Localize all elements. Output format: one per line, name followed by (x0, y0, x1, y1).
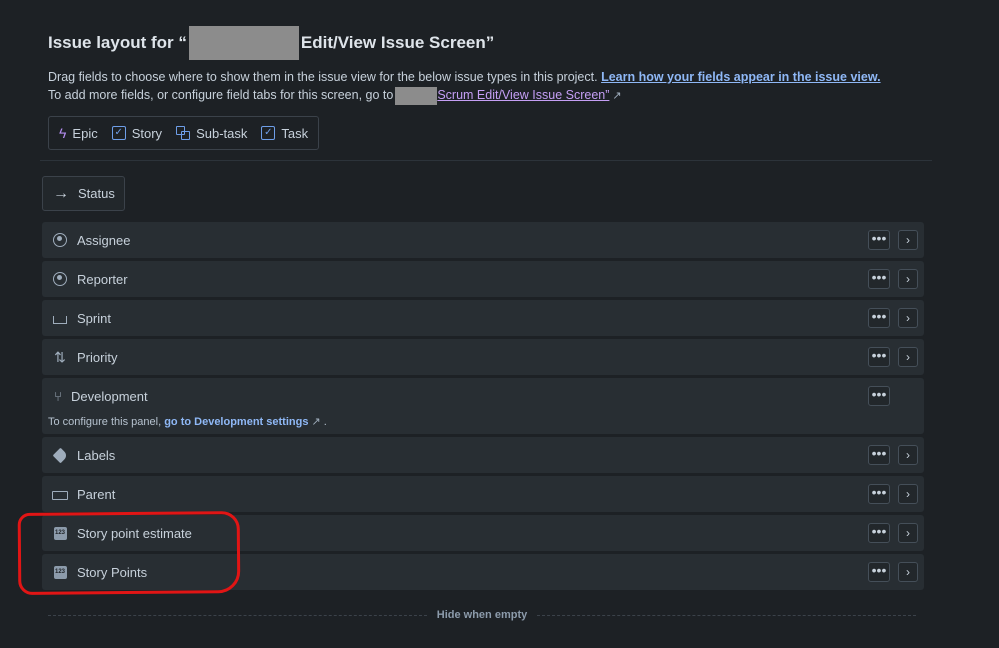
chevron-right-icon[interactable]: › (898, 445, 918, 465)
redacted-screen-name (395, 86, 438, 105)
tag-icon (52, 447, 68, 463)
chevron-right-icon[interactable]: › (898, 230, 918, 250)
field-row-sprint[interactable]: Sprint ••• › (42, 300, 924, 336)
priority-icon: ⇅ (54, 348, 66, 365)
divider (40, 160, 932, 161)
issue-type-epic[interactable]: ϟ Epic (59, 125, 98, 141)
chevron-right-icon[interactable]: › (898, 523, 918, 543)
checkbox-icon: ✓ (111, 126, 126, 140)
external-link-icon: ↗ (311, 416, 321, 428)
issue-type-story[interactable]: ✓ Story (111, 126, 162, 141)
subtask-icon (176, 126, 191, 140)
development-note: To configure this panel, go to Developme… (48, 416, 327, 428)
field-row-assignee[interactable]: Assignee ••• › (42, 222, 924, 258)
screen-config-link[interactable]: Scrum Edit/View Issue Screen” (437, 88, 609, 102)
page-title: Issue layout for “Edit/View Issue Screen… (48, 26, 494, 60)
more-options-button[interactable]: ••• (868, 484, 890, 504)
number-icon: 123 (53, 526, 67, 540)
external-link-icon: ↗ (612, 90, 622, 102)
chevron-right-icon[interactable]: › (898, 347, 918, 367)
field-row-development[interactable]: ⑂ Development ••• To configure this panel… (42, 378, 924, 434)
chevron-right-icon[interactable]: › (898, 562, 918, 582)
field-row-priority[interactable]: ⇅ Priority ••• › (42, 339, 924, 375)
field-row-parent[interactable]: Parent ••• › (42, 476, 924, 512)
sprint-icon (53, 316, 67, 324)
parent-icon (52, 490, 68, 500)
person-icon (53, 233, 67, 247)
field-row-story-point-estimate[interactable]: 123 Story point estimate ••• › (42, 515, 924, 551)
redacted-project-name (188, 26, 299, 60)
chevron-right-icon[interactable]: › (898, 308, 918, 328)
learn-fields-link[interactable]: Learn how your fields appear in the issu… (601, 70, 880, 84)
number-icon: 123 (53, 565, 67, 579)
issue-type-subtask[interactable]: Sub-task (176, 126, 247, 141)
checkbox-icon: ✓ (261, 126, 276, 140)
issue-type-task[interactable]: ✓ Task (261, 126, 308, 141)
branch-icon: ⑂ (54, 388, 62, 404)
chevron-right-icon[interactable]: › (898, 484, 918, 504)
more-options-button[interactable]: ••• (868, 230, 890, 250)
issue-type-list: ϟ Epic ✓ Story Sub-task ✓ Task (48, 116, 319, 150)
more-options-button[interactable]: ••• (868, 523, 890, 543)
field-row-reporter[interactable]: Reporter ••• › (42, 261, 924, 297)
more-options-button[interactable]: ••• (868, 269, 890, 289)
arrow-right-icon: → (53, 184, 69, 202)
lightning-icon: ϟ (59, 125, 67, 141)
more-options-button[interactable]: ••• (868, 445, 890, 465)
person-icon (53, 272, 67, 286)
field-row-story-points[interactable]: 123 Story Points ••• › (42, 554, 924, 590)
chevron-right-icon[interactable]: › (898, 269, 918, 289)
development-settings-link[interactable]: go to Development settings (164, 416, 308, 428)
description: Drag fields to choose where to show them… (48, 68, 881, 105)
status-field[interactable]: → Status (42, 176, 125, 211)
more-options-button[interactable]: ••• (868, 386, 890, 406)
more-options-button[interactable]: ••• (868, 308, 890, 328)
hide-when-empty-section: Hide when empty (48, 606, 916, 624)
more-options-button[interactable]: ••• (868, 347, 890, 367)
more-options-button[interactable]: ••• (868, 562, 890, 582)
field-row-labels[interactable]: Labels ••• › (42, 437, 924, 473)
